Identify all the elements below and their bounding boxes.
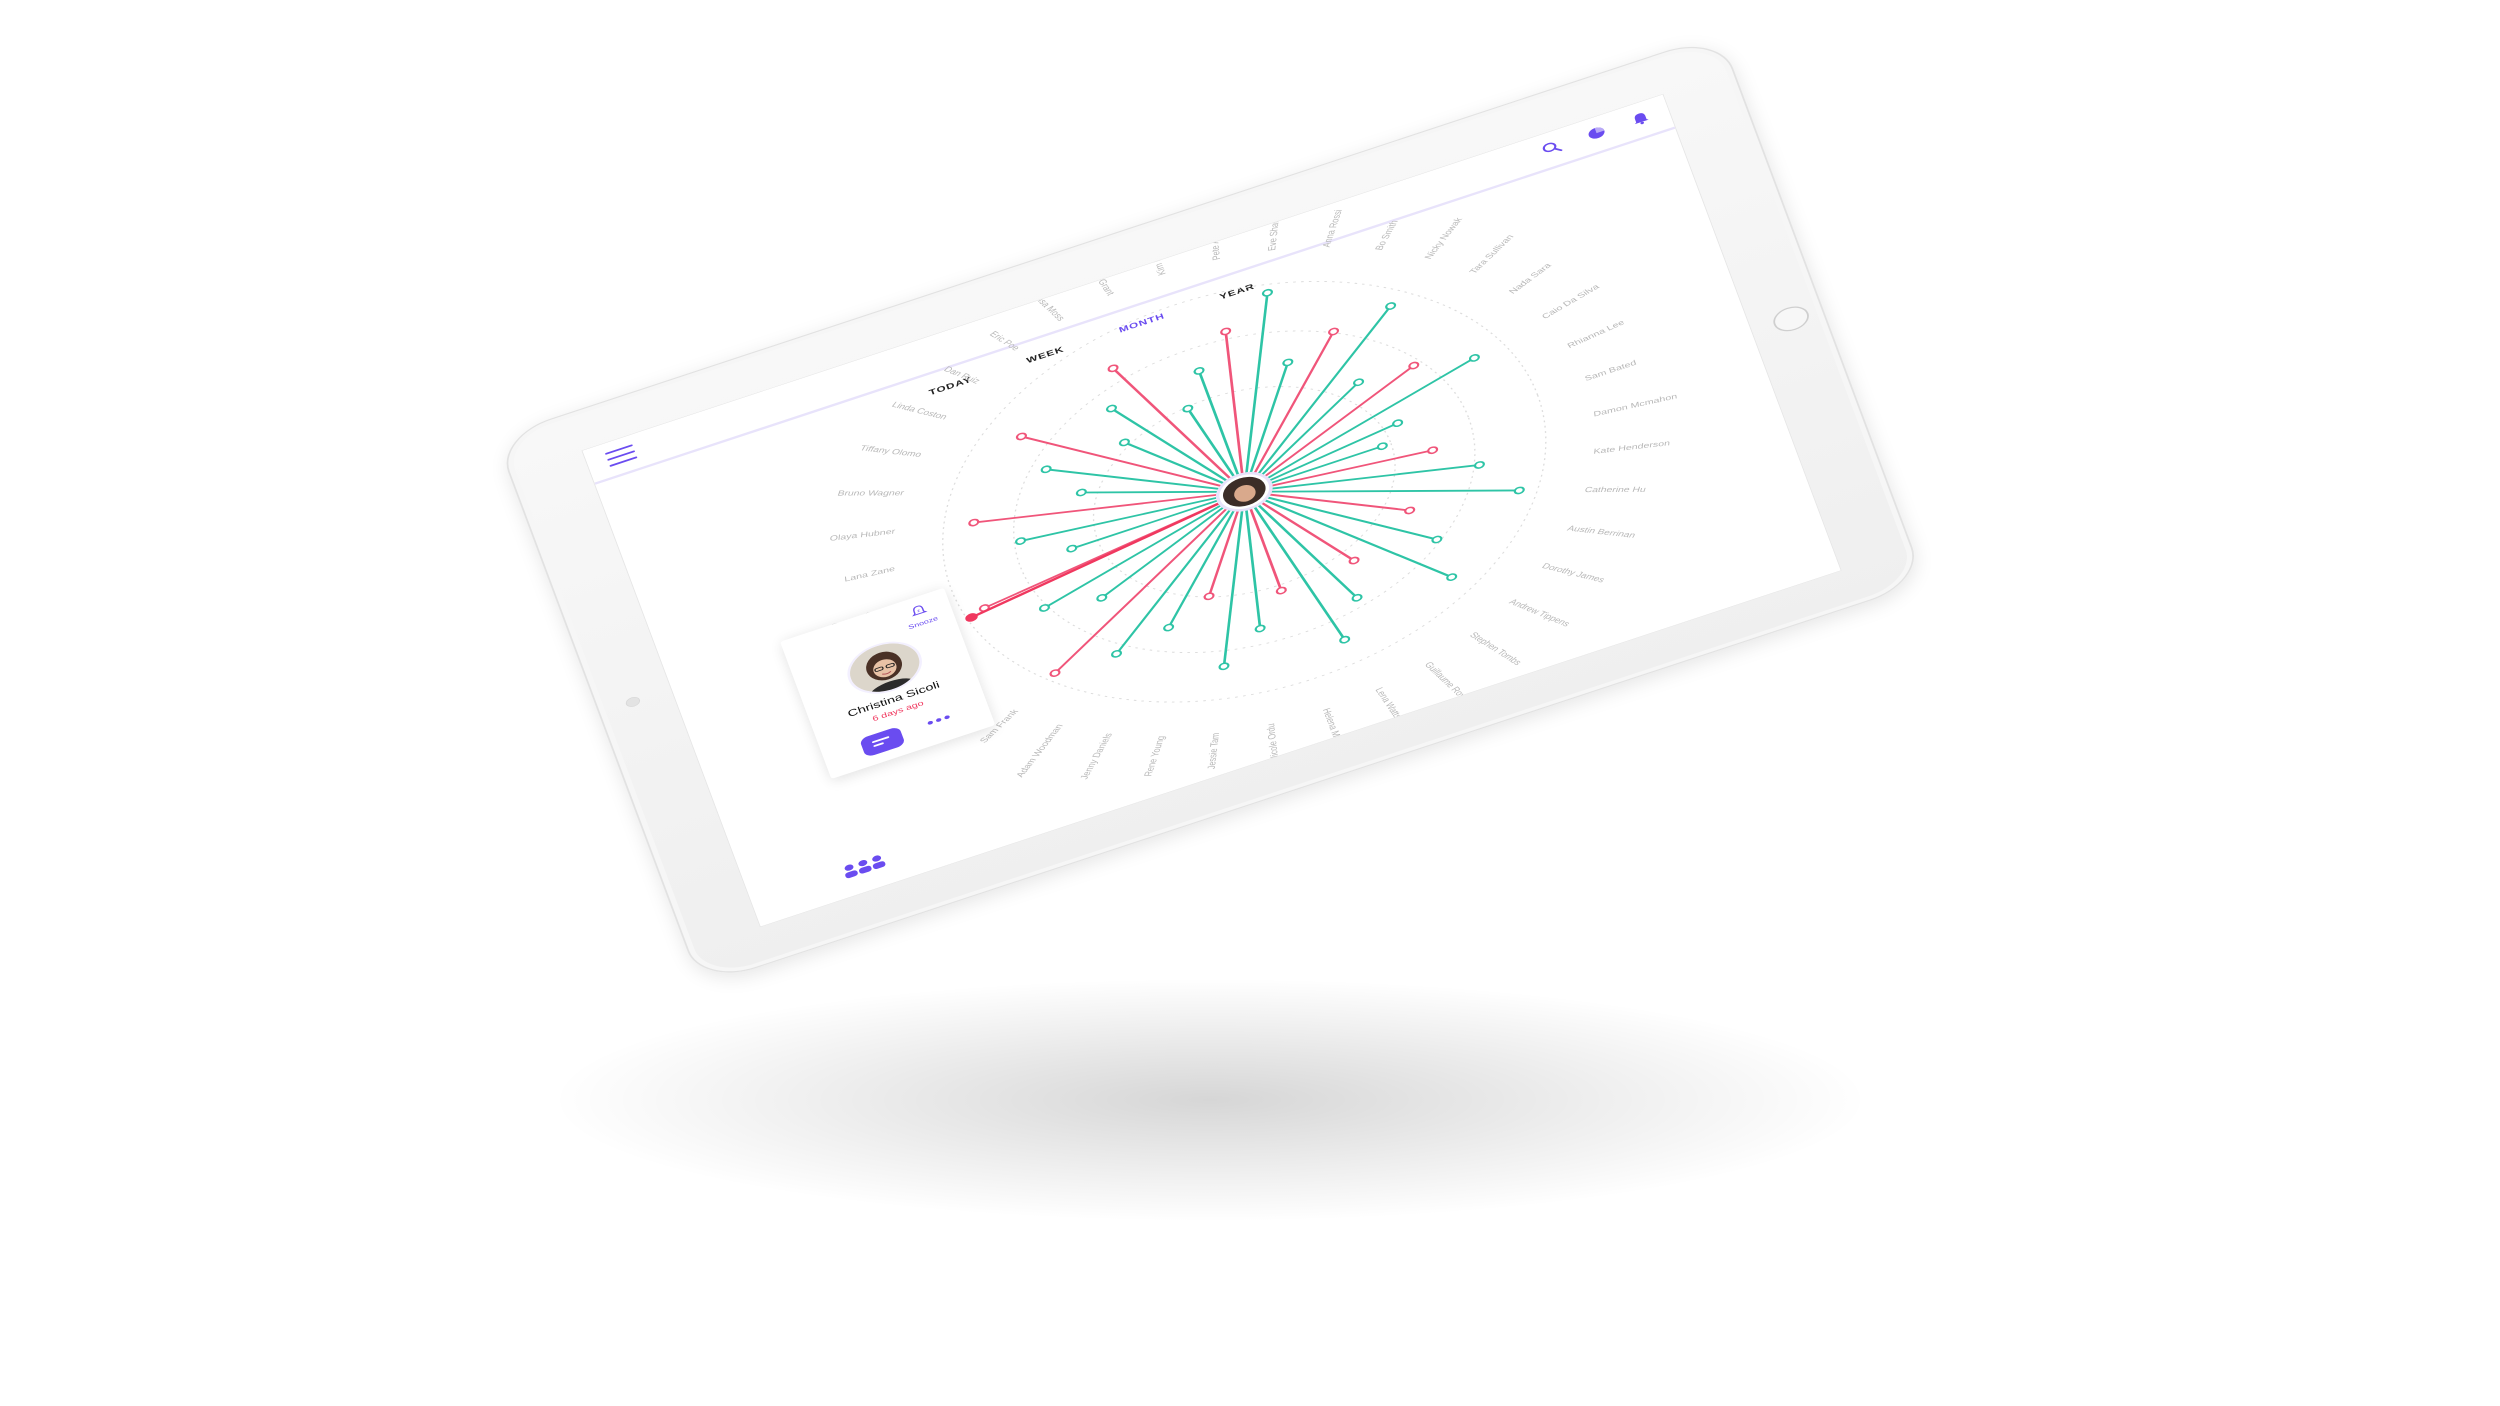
contact-label[interactable]: Rene Young <box>1142 736 1167 776</box>
contact-label[interactable]: Tiffany Olomo <box>858 444 923 459</box>
contact-node[interactable] <box>1015 537 1027 545</box>
contact-label[interactable]: Eve Shaw <box>1266 217 1281 252</box>
contact-label[interactable]: Dorothy James <box>1540 561 1607 584</box>
contact-node[interactable] <box>1075 488 1087 497</box>
contact-label[interactable]: Jenny Daniels <box>1078 732 1115 780</box>
contact-label[interactable]: Kate Henderson <box>1593 439 1670 456</box>
contact-label[interactable]: Olaya Hubner <box>829 527 895 542</box>
contact-label[interactable]: Rhianna Lee <box>1566 318 1626 349</box>
contact-node[interactable] <box>1353 378 1365 387</box>
contact-node[interactable] <box>1385 302 1397 310</box>
chat-button[interactable] <box>859 725 906 758</box>
contact-label[interactable]: Eric Poe <box>987 329 1022 352</box>
contact-node[interactable] <box>1282 358 1294 367</box>
contact-label[interactable]: Lisa Moss <box>1032 293 1067 322</box>
contact-node[interactable] <box>1408 361 1420 370</box>
contact-node[interactable] <box>1473 461 1485 469</box>
contact-label[interactable]: Sam Bated <box>1584 359 1638 383</box>
contact-label[interactable]: Bruno Wagner <box>836 489 905 497</box>
contact-node[interactable] <box>1110 649 1123 658</box>
contact-label[interactable]: Anna Rossi <box>1320 210 1344 248</box>
contact-label[interactable]: Ilya Grant <box>1088 266 1116 297</box>
contact-node[interactable] <box>1220 327 1232 336</box>
contact-node[interactable] <box>1040 465 1052 474</box>
contact-node[interactable] <box>1193 367 1205 375</box>
app-screen: TODAY WEEK MONTH YEAR Sam Bated Damon Mcm… <box>581 93 1842 928</box>
camera-dot <box>624 695 642 709</box>
contact-node[interactable] <box>1038 604 1050 612</box>
contact-node[interactable] <box>1376 442 1388 451</box>
contact-label[interactable]: Stephen Tombs <box>1467 630 1524 667</box>
contact-node[interactable] <box>1392 419 1404 428</box>
contact-label[interactable]: Nada Sara <box>1507 261 1554 295</box>
contact-node[interactable] <box>1261 288 1273 297</box>
contact-label[interactable]: Pete Adams <box>1206 221 1222 262</box>
contact-label[interactable]: Adam Woodman <box>1014 723 1065 778</box>
contact-node[interactable] <box>968 518 980 527</box>
contact-node[interactable] <box>1066 544 1078 553</box>
contact-radial-chart: Sam Bated Damon Mcmahon Kate Henderson Cath… <box>829 210 1677 780</box>
contact-label[interactable]: Kim Bay <box>1148 248 1169 277</box>
contact-node[interactable] <box>1163 623 1175 632</box>
device-shadow <box>560 980 1860 1220</box>
connection-line <box>1242 292 1269 492</box>
snooze-icon: z <box>912 605 928 617</box>
contact-node[interactable] <box>1427 446 1439 455</box>
selected-contact-node[interactable] <box>964 612 979 624</box>
contact-label[interactable]: Dan Ruiz <box>942 365 983 386</box>
contact-label[interactable]: Lana Zane <box>844 564 896 583</box>
contact-node[interactable] <box>1404 506 1416 515</box>
mockup-stage: TODAY WEEK MONTH YEAR Sam Bated Damon Mcm… <box>0 0 2500 1406</box>
contact-node[interactable] <box>1339 635 1351 644</box>
contact-label[interactable]: Lena Watts <box>1373 686 1404 721</box>
contact-node[interactable] <box>1203 592 1215 601</box>
contact-label[interactable]: Nicky Nowak <box>1422 216 1464 260</box>
contact-node[interactable] <box>1275 586 1287 595</box>
more-icon[interactable]: ••• <box>924 709 954 731</box>
contact-label[interactable]: Austin Berrinan <box>1566 524 1638 540</box>
home-button[interactable] <box>1769 302 1813 336</box>
contact-label[interactable]: Caio Da Silva <box>1540 282 1602 320</box>
contact-node[interactable] <box>1254 624 1266 633</box>
contact-node[interactable] <box>1468 354 1480 362</box>
contact-node[interactable] <box>1049 669 1061 677</box>
snooze-button[interactable]: z Snooze <box>902 600 939 631</box>
contact-node[interactable] <box>1118 438 1130 447</box>
contact-node[interactable] <box>1182 404 1194 413</box>
contact-label[interactable]: Linda Coston <box>890 400 949 421</box>
contact-label[interactable]: Andrew Tippens <box>1507 597 1573 628</box>
contact-node[interactable] <box>1096 593 1108 602</box>
connection-line <box>1244 464 1480 493</box>
contact-label[interactable]: Nicole Ordu <box>1265 722 1281 762</box>
contact-node[interactable] <box>1431 535 1443 544</box>
contact-node[interactable] <box>1446 573 1458 581</box>
contact-label[interactable]: Guillaume Roy <box>1422 660 1468 700</box>
contact-label[interactable]: Tara Sullivan <box>1467 233 1515 275</box>
contact-label[interactable]: Catherine Hu <box>1584 485 1648 493</box>
contact-node[interactable] <box>1328 327 1340 336</box>
connection-line <box>1053 491 1246 674</box>
contact-node[interactable] <box>1015 432 1027 441</box>
ipad-device: TODAY WEEK MONTH YEAR Sam Bated Damon Mcm… <box>495 33 1926 987</box>
contact-label[interactable]: Helena Mills <box>1321 707 1346 747</box>
contact-label[interactable]: Jessie Tam <box>1206 732 1222 770</box>
contact-node[interactable] <box>1513 486 1525 495</box>
contact-node[interactable] <box>1218 662 1230 671</box>
contact-label[interactable]: Bo Smith <box>1373 220 1400 251</box>
contact-label[interactable]: Damon Mcmahon <box>1593 392 1677 418</box>
